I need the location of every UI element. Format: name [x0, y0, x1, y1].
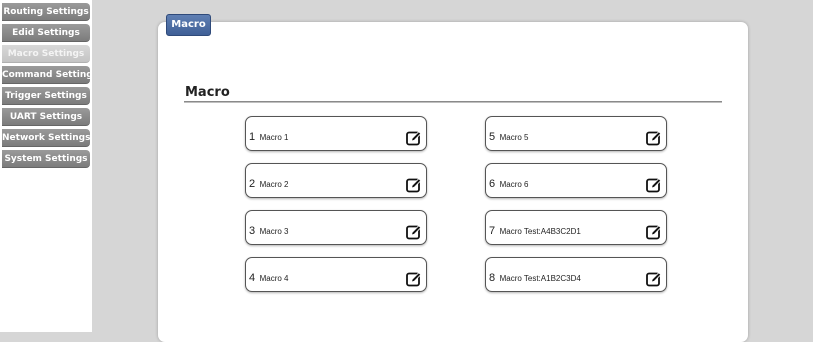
macro-label: 4 Macro 4: [249, 268, 288, 286]
macro-button-4[interactable]: 4 Macro 4: [245, 257, 427, 292]
macro-number: 5: [489, 131, 496, 143]
macro-label: 7 Macro Test:A4B3C2D1: [489, 221, 581, 239]
macro-name: Macro 4: [259, 274, 289, 283]
macro-button-6[interactable]: 6 Macro 6: [485, 163, 667, 198]
macro-button-8[interactable]: 8 Macro Test:A1B2C3D4: [485, 257, 667, 292]
macro-number: 6: [489, 178, 496, 190]
macro-label: 1 Macro 1: [249, 127, 288, 145]
macro-name: Macro 5: [499, 133, 529, 142]
macro-button-5[interactable]: 5 Macro 5: [485, 116, 667, 151]
sidebar: Routing Settings Edid Settings Macro Set…: [0, 0, 92, 332]
sidebar-item-uart-settings[interactable]: UART Settings: [2, 108, 90, 126]
macro-name: Macro Test:A4B3C2D1: [499, 227, 581, 236]
edit-icon[interactable]: [406, 130, 422, 146]
edit-icon[interactable]: [646, 271, 662, 287]
macro-label: 5 Macro 5: [489, 127, 528, 145]
tab-macro[interactable]: Macro: [166, 14, 211, 36]
sidebar-item-trigger-settings[interactable]: Trigger Settings: [2, 87, 90, 105]
sidebar-item-edid-settings[interactable]: Edid Settings: [2, 24, 90, 42]
macro-name: Macro 3: [259, 227, 289, 236]
macro-number: 7: [489, 225, 496, 237]
macro-number: 4: [249, 272, 256, 284]
edit-icon[interactable]: [646, 224, 662, 240]
macro-name: Macro 2: [259, 180, 289, 189]
edit-icon[interactable]: [406, 177, 422, 193]
section-title: Macro: [185, 85, 230, 100]
macro-button-2[interactable]: 2 Macro 2: [245, 163, 427, 198]
macro-number: 2: [249, 178, 256, 190]
sidebar-item-network-settings[interactable]: Network Settings: [2, 129, 90, 147]
sidebar-item-system-settings[interactable]: System Settings: [2, 150, 90, 168]
edit-icon[interactable]: [646, 130, 662, 146]
macro-button-3[interactable]: 3 Macro 3: [245, 210, 427, 245]
sidebar-item-routing-settings[interactable]: Routing Settings: [2, 3, 90, 21]
edit-icon[interactable]: [406, 224, 422, 240]
macro-number: 1: [249, 131, 256, 143]
macro-name: Macro 6: [499, 180, 529, 189]
macro-name: Macro 1: [259, 133, 289, 142]
edit-icon[interactable]: [406, 271, 422, 287]
macro-label: 6 Macro 6: [489, 174, 528, 192]
edit-icon[interactable]: [646, 177, 662, 193]
macro-number: 3: [249, 225, 256, 237]
sidebar-item-command-settings[interactable]: Command Settings: [2, 66, 90, 84]
macro-label: 2 Macro 2: [249, 174, 288, 192]
macro-label: 8 Macro Test:A1B2C3D4: [489, 268, 581, 286]
section-divider: [184, 101, 722, 103]
macro-button-7[interactable]: 7 Macro Test:A4B3C2D1: [485, 210, 667, 245]
macro-button-1[interactable]: 1 Macro 1: [245, 116, 427, 151]
macro-label: 3 Macro 3: [249, 221, 288, 239]
macro-number: 8: [489, 272, 496, 284]
sidebar-item-macro-settings[interactable]: Macro Settings: [2, 45, 90, 63]
macro-name: Macro Test:A1B2C3D4: [499, 274, 581, 283]
